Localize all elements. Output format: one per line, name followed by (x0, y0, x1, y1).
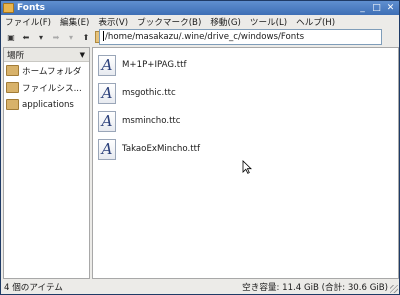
menu-file[interactable]: ファイル(F) (5, 16, 51, 28)
close-icon[interactable]: ✕ (385, 3, 396, 13)
font-file-icon: A (98, 82, 116, 104)
menu-bookmarks[interactable]: ブックマーク(B) (137, 16, 201, 28)
font-file-icon: A (98, 110, 116, 132)
item-count: 4 個のアイテム (4, 283, 63, 293)
minimize-icon[interactable]: _ (357, 3, 368, 13)
home-folder-icon (6, 65, 19, 76)
status-bar: 4 個のアイテム 空き容量: 11.4 GiB (合計: 30.6 GiB) (1, 280, 399, 294)
menu-view[interactable]: 表示(V) (98, 16, 128, 28)
text-caret (103, 31, 104, 41)
file-list: A M+1P+IPAG.ttf A msgothic.ttc A msminch… (92, 47, 399, 279)
up-folder-icon[interactable]: ⬆ (80, 31, 92, 43)
file-name: TakaoExMincho.ttf (122, 144, 200, 154)
menu-help[interactable]: ヘルプ(H) (296, 16, 335, 28)
forward-icon[interactable]: ➡ (50, 31, 62, 43)
sidebar-item-label: applications (22, 99, 74, 110)
places-sidebar: 場所 ▼ ホームフォルダ ファイルシス... applications (3, 47, 90, 279)
menu-edit[interactable]: 編集(E) (60, 16, 89, 28)
mouse-cursor-icon (242, 160, 252, 174)
chevron-down-icon[interactable]: ▼ (80, 51, 85, 59)
file-item[interactable]: A msmincho.ttc (98, 110, 181, 132)
window-title: Fonts (17, 3, 46, 13)
font-file-icon: A (98, 138, 116, 160)
file-item[interactable]: A msgothic.ttc (98, 82, 176, 104)
sidebar-item-home[interactable]: ホームフォルダ (4, 62, 89, 79)
path-input[interactable]: /home/masakazu/.wine/drive_c/windows/Fon… (99, 29, 382, 45)
menu-go[interactable]: 移動(G) (210, 16, 241, 28)
file-item[interactable]: A TakaoExMincho.ttf (98, 138, 200, 160)
title-bar[interactable]: Fonts _ □ ✕ (1, 1, 399, 15)
back-icon[interactable]: ⬅ (20, 31, 32, 43)
menu-bar: ファイル(F) 編集(E) 表示(V) ブックマーク(B) 移動(G) ツール(… (1, 15, 399, 29)
sidebar-item-applications[interactable]: applications (4, 96, 89, 113)
filesystem-icon (6, 82, 19, 93)
places-header[interactable]: 場所 ▼ (4, 48, 89, 62)
file-name: msmincho.ttc (122, 116, 181, 126)
font-file-icon: A (98, 54, 116, 76)
resize-grip-icon[interactable] (390, 285, 398, 293)
path-text: /home/masakazu/.wine/drive_c/windows/Fon… (105, 32, 305, 42)
maximize-icon[interactable]: □ (371, 3, 382, 13)
new-tab-icon[interactable]: ▣ (5, 31, 17, 43)
file-name: M+1P+IPAG.ttf (122, 60, 187, 70)
file-item[interactable]: A M+1P+IPAG.ttf (98, 54, 187, 76)
free-space: 空き容量: 11.4 GiB (合計: 30.6 GiB) (242, 283, 388, 293)
file-manager-window: Fonts _ □ ✕ ファイル(F) 編集(E) 表示(V) ブックマーク(B… (0, 0, 400, 295)
sidebar-item-label: ファイルシス... (22, 83, 82, 94)
sidebar-item-label: ホームフォルダ (22, 66, 82, 77)
back-history-icon[interactable]: ▾ (35, 31, 47, 43)
file-name: msgothic.ttc (122, 88, 176, 98)
menu-tools[interactable]: ツール(L) (250, 16, 287, 28)
applications-folder-icon (6, 99, 19, 110)
folder-app-icon (3, 3, 14, 13)
forward-history-icon[interactable]: ▾ (65, 31, 77, 43)
sidebar-item-filesystem[interactable]: ファイルシス... (4, 79, 89, 96)
places-header-label: 場所 (7, 50, 25, 61)
